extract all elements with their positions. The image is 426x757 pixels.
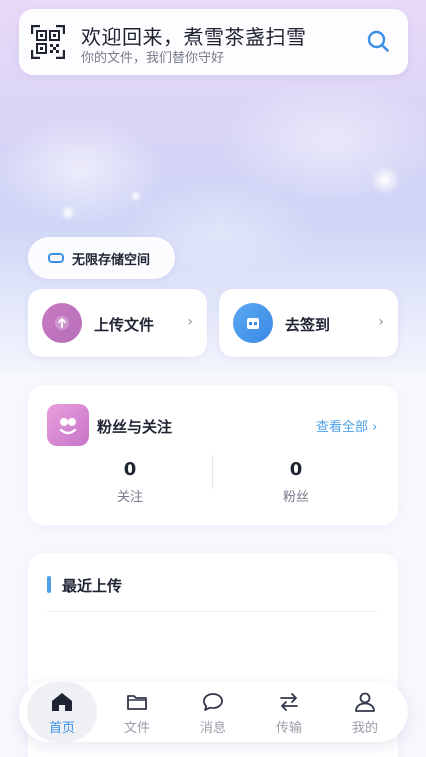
- storage-chip-label: 无限存储空间: [72, 252, 151, 268]
- calendar-icon: [247, 318, 259, 329]
- fans-title: 粉丝与关注: [97, 418, 173, 436]
- upload-file-button[interactable]: 上传文件 ›: [28, 289, 207, 357]
- followers-count: 0: [289, 459, 303, 480]
- nav-item-home[interactable]: 首页: [27, 682, 97, 742]
- message-icon: [203, 693, 223, 711]
- divider: [47, 611, 379, 612]
- chevron-right-icon: ›: [187, 314, 193, 330]
- check-in-button[interactable]: 去签到 ›: [219, 289, 398, 357]
- welcome-title: 欢迎回来，煮雪茶盏扫雪: [81, 25, 307, 49]
- chevron-right-icon: ›: [372, 420, 378, 435]
- folder-icon: [127, 695, 147, 710]
- nav-label-transfer: 传输: [275, 721, 302, 736]
- nav-item-transfer[interactable]: 传输: [254, 682, 324, 742]
- nav-label-home: 首页: [48, 721, 75, 736]
- bottom-nav: 首页 文件 消息 传输 我的: [19, 682, 408, 742]
- nav-item-messages[interactable]: 消息: [178, 682, 248, 742]
- sparkle-decoration: [370, 165, 400, 195]
- nav-label-messages: 消息: [199, 721, 226, 736]
- nav-label-files: 文件: [123, 721, 150, 736]
- followers-stat[interactable]: 0 粉丝: [236, 459, 356, 505]
- welcome-header: 欢迎回来，煮雪茶盏扫雪 你的文件，我们替你守好: [19, 9, 408, 75]
- check-in-label: 去签到: [285, 316, 331, 334]
- qr-code-icon[interactable]: [31, 25, 65, 59]
- nav-item-me[interactable]: 我的: [330, 682, 400, 742]
- upload-icon: [55, 316, 69, 330]
- user-icon: [355, 692, 375, 712]
- recent-uploads-title: 最近上传: [62, 577, 123, 595]
- sparkle-decoration: [60, 205, 76, 221]
- upload-icon-circle: [42, 303, 82, 343]
- view-all-link[interactable]: 查看全部 ›: [316, 416, 377, 435]
- storage-icon: [48, 253, 64, 263]
- home-icon: [52, 693, 72, 711]
- fans-smile-icon: [47, 404, 89, 446]
- nav-item-files[interactable]: 文件: [102, 682, 172, 742]
- sparkle-decoration: [130, 190, 142, 202]
- section-accent-bar: [47, 576, 51, 593]
- fans-following-card: 粉丝与关注 查看全部 › 0 关注 0 粉丝: [28, 385, 398, 525]
- welcome-subtitle: 你的文件，我们替你守好: [81, 51, 225, 66]
- nav-label-me: 我的: [351, 721, 378, 736]
- unlimited-storage-chip[interactable]: 无限存储空间: [28, 237, 175, 279]
- view-all-label: 查看全部: [316, 420, 369, 435]
- stat-divider: [212, 455, 213, 489]
- following-stat[interactable]: 0 关注: [70, 459, 190, 505]
- following-count: 0: [123, 459, 137, 480]
- search-icon[interactable]: [366, 29, 390, 53]
- following-label: 关注: [116, 490, 143, 505]
- upload-file-label: 上传文件: [94, 316, 155, 334]
- followers-label: 粉丝: [282, 490, 309, 505]
- transfer-icon: [280, 693, 298, 711]
- calendar-icon-circle: [233, 303, 273, 343]
- chevron-right-icon: ›: [378, 314, 384, 330]
